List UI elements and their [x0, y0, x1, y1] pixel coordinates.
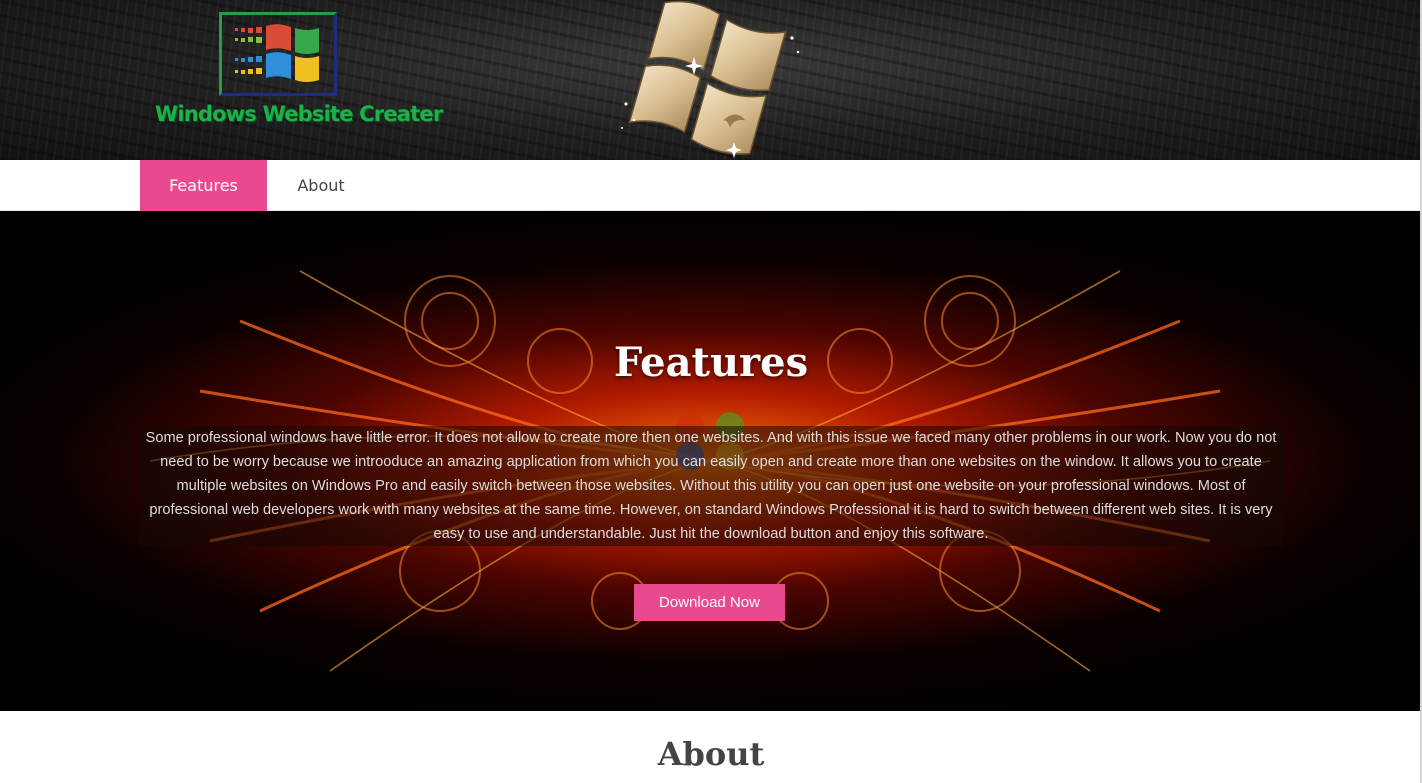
- features-title: Features: [613, 339, 809, 386]
- site-logo[interactable]: Windows Website Creater: [155, 8, 443, 138]
- windows-emblem-icon: [621, 0, 800, 158]
- download-now-button[interactable]: Download Now: [634, 584, 785, 621]
- nav-item-features[interactable]: Features: [140, 160, 267, 211]
- page: Windows Website Creater Features About F…: [0, 0, 1422, 783]
- logo-text: Windows Website Creater: [155, 102, 443, 126]
- windows-flag-icon: [235, 24, 319, 82]
- about-section: About: [0, 711, 1422, 783]
- main-nav: Features About: [0, 160, 1422, 211]
- features-description: Some professional windows have little er…: [139, 426, 1283, 546]
- nav-item-about[interactable]: About: [282, 160, 360, 211]
- about-title: About: [657, 735, 765, 773]
- site-header: Windows Website Creater: [0, 0, 1422, 160]
- features-hero: Features Some professional windows have …: [0, 211, 1422, 711]
